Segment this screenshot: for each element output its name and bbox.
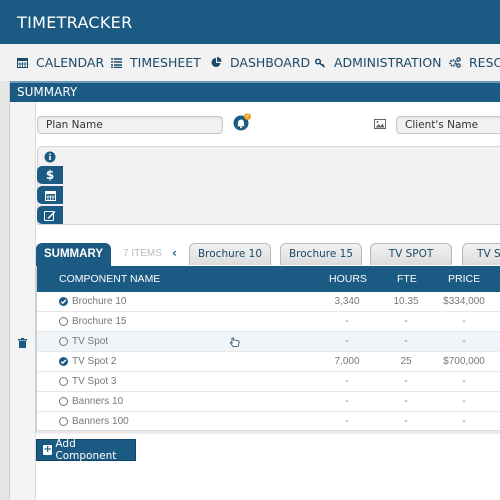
- dollar-icon: $: [45, 168, 55, 182]
- empty-circle-icon[interactable]: [59, 397, 68, 406]
- tab-component[interactable]: Brochure 15: [280, 243, 362, 265]
- nav-item-resources[interactable]: RESO: [449, 55, 500, 70]
- components-table: COMPONENT NAME HOURS FTE PRICE Brochure …: [36, 266, 500, 432]
- client-name-input[interactable]: Client's Name: [396, 116, 500, 134]
- calendar-icon: [44, 190, 56, 201]
- main-nav: CALENDAR TIMESHEET DASHBOARD ADMINISTRAT…: [0, 44, 500, 81]
- empty-circle-icon[interactable]: [59, 317, 68, 326]
- fte-value: -: [404, 376, 408, 387]
- side-tab-info[interactable]: [37, 148, 63, 166]
- component-name: Banners 100: [72, 416, 129, 427]
- fte-value: -: [404, 396, 408, 407]
- tab-component[interactable]: TV SPOT: [370, 243, 452, 265]
- table-row[interactable]: TV Spot 3 - - -: [37, 372, 500, 392]
- price-value: -: [462, 396, 466, 407]
- tab-component[interactable]: Brochure 10: [189, 243, 271, 265]
- plan-name-input[interactable]: Plan Name: [37, 116, 223, 134]
- table-row[interactable]: Brochure 10 3,340 10.35 $334,000: [37, 292, 500, 312]
- nav-item-timesheet[interactable]: TIMESHEET: [111, 55, 201, 70]
- section-header: SUMMARY: [10, 81, 500, 102]
- fte-value: -: [404, 336, 408, 347]
- key-icon: [315, 57, 325, 68]
- component-name: TV Spot 2: [72, 356, 117, 367]
- side-tab-pricing[interactable]: $: [37, 166, 63, 184]
- component-name: Brochure 10: [72, 296, 127, 307]
- pie-chart-icon: [211, 57, 222, 67]
- left-edge: [0, 81, 10, 500]
- gears-icon: [449, 57, 461, 68]
- tab-component[interactable]: TV SP: [462, 243, 500, 265]
- nav-item-administration[interactable]: ADMINISTRATION: [315, 55, 442, 70]
- items-count: 7 ITEMS: [123, 248, 162, 259]
- nav-item-calendar[interactable]: CALENDAR: [17, 55, 104, 70]
- table-header: COMPONENT NAME HOURS FTE PRICE: [37, 266, 500, 292]
- hours-value: 3,340: [334, 296, 360, 307]
- image-icon[interactable]: [374, 119, 386, 129]
- empty-circle-icon[interactable]: [59, 337, 68, 346]
- edit-icon: [44, 210, 56, 221]
- empty-circle-icon[interactable]: [59, 417, 68, 426]
- hand-cursor-icon: [230, 337, 240, 347]
- nav-label: CALENDAR: [36, 55, 105, 70]
- check-circle-icon[interactable]: [59, 357, 68, 366]
- price-value: -: [462, 336, 466, 347]
- price-value: -: [462, 416, 466, 427]
- hours-value: -: [345, 336, 349, 347]
- column-header[interactable]: COMPONENT NAME: [59, 273, 160, 285]
- column-header[interactable]: PRICE: [448, 273, 480, 285]
- app-title: TIMETRACKER: [17, 13, 133, 32]
- component-name: Brochure 15: [72, 316, 127, 327]
- hours-value: 7,000: [334, 356, 360, 367]
- trash-icon[interactable]: [18, 338, 27, 348]
- fte-value: -: [404, 416, 408, 427]
- table-row[interactable]: TV Spot - - -: [37, 332, 500, 352]
- hours-value: -: [345, 376, 349, 387]
- component-name: TV Spot 3: [72, 376, 117, 387]
- price-value: $700,000: [443, 356, 485, 367]
- side-tab-edit[interactable]: [37, 206, 63, 224]
- nav-label: TIMESHEET: [130, 55, 201, 70]
- list-icon: [111, 57, 122, 68]
- empty-circle-icon[interactable]: [59, 377, 68, 386]
- chevron-left-icon[interactable]: ‹: [172, 246, 177, 260]
- plus-icon: +: [43, 444, 53, 455]
- tab-summary[interactable]: SUMMARY: [36, 243, 111, 267]
- fte-value: 25: [400, 356, 412, 367]
- column-header[interactable]: FTE: [397, 273, 417, 285]
- table-row[interactable]: TV Spot 2 7,000 25 $700,000: [37, 352, 500, 372]
- price-value: -: [462, 316, 466, 327]
- notification-badge: 2: [244, 113, 251, 120]
- nav-item-dashboard[interactable]: DASHBOARD: [211, 55, 310, 70]
- row-actions-gutter: [10, 102, 36, 500]
- hours-value: -: [345, 416, 349, 427]
- fte-value: 10.35: [393, 296, 419, 307]
- table-row[interactable]: Brochure 15 - - -: [37, 312, 500, 332]
- add-component-label: Add Component: [55, 438, 117, 462]
- info-icon: [44, 151, 56, 163]
- hours-value: -: [345, 396, 349, 407]
- nav-label: ADMINISTRATION: [334, 55, 442, 70]
- price-value: $334,000: [443, 296, 485, 307]
- check-circle-icon[interactable]: [59, 297, 68, 306]
- details-panel: [37, 146, 500, 225]
- nav-label: DASHBOARD: [230, 55, 311, 70]
- table-row[interactable]: Banners 10 - - -: [37, 392, 500, 412]
- component-name: Banners 10: [72, 396, 124, 407]
- price-value: -: [462, 376, 466, 387]
- component-name: TV Spot: [72, 336, 109, 347]
- column-header[interactable]: HOURS: [329, 273, 367, 285]
- section-title: SUMMARY: [17, 85, 78, 99]
- calendar-icon: [17, 58, 28, 68]
- side-tab-schedule[interactable]: [37, 186, 63, 204]
- add-component-button[interactable]: + Add Component: [36, 438, 136, 462]
- fte-value: -: [404, 316, 408, 327]
- nav-label: RESO: [469, 55, 500, 70]
- table-row[interactable]: Banners 100 - - -: [37, 412, 500, 432]
- hours-value: -: [345, 316, 349, 327]
- app-header: TIMETRACKER: [0, 0, 500, 44]
